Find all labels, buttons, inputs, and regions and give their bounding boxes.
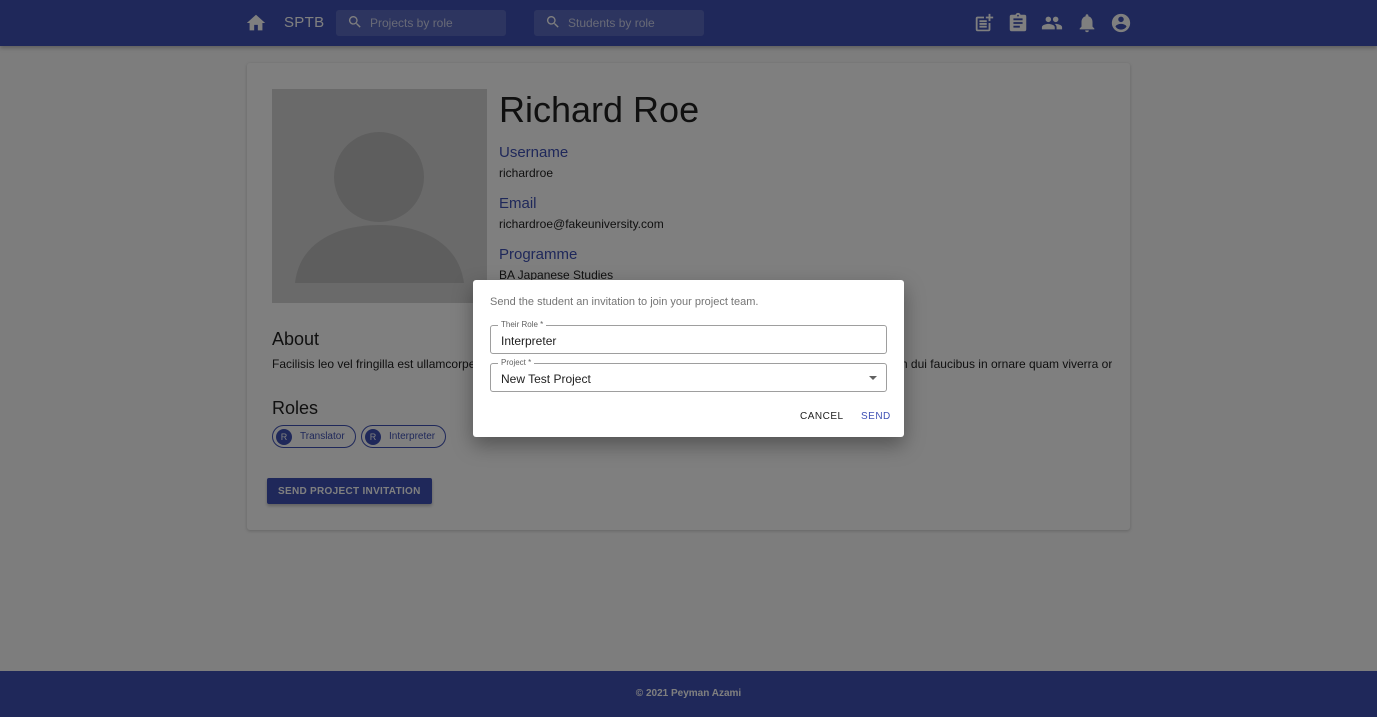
cancel-button[interactable]: CANCEL — [800, 411, 844, 422]
arrow-drop-down-icon[interactable] — [869, 376, 877, 380]
project-select[interactable]: Project * New Test Project — [490, 358, 887, 392]
role-field-value[interactable]: Interpreter — [501, 334, 556, 348]
send-button[interactable]: SEND — [861, 411, 891, 422]
role-field[interactable]: Their Role * Interpreter — [490, 320, 887, 354]
invitation-dialog: Send the student an invitation to join y… — [473, 280, 904, 437]
dialog-description: Send the student an invitation to join y… — [490, 296, 759, 308]
role-field-label: Their Role * — [498, 320, 547, 329]
project-select-label: Project * — [498, 358, 535, 367]
project-select-value[interactable]: New Test Project — [501, 372, 591, 386]
